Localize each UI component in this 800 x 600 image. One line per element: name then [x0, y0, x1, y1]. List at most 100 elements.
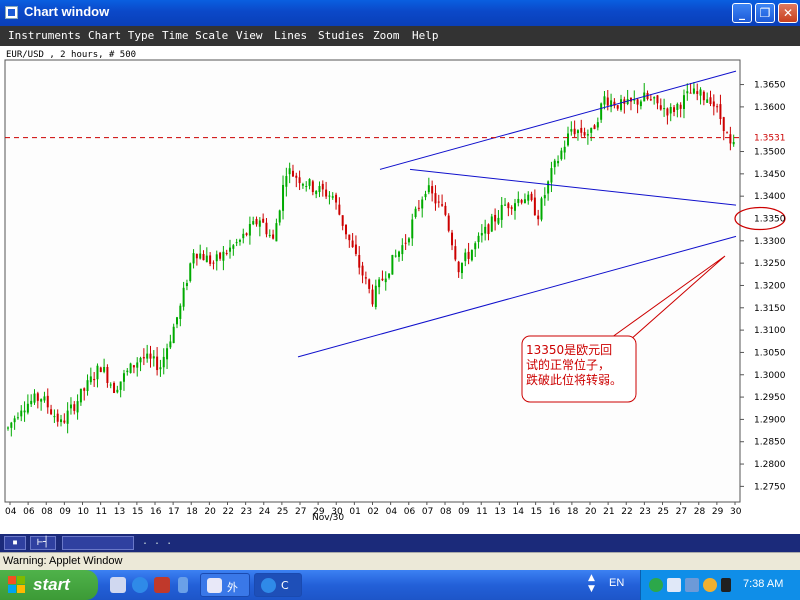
media-icon[interactable] [154, 577, 170, 593]
close-button[interactable]: ✕ [778, 3, 798, 23]
maximize-button[interactable]: ❐ [755, 3, 775, 23]
candle-body-41 [142, 357, 145, 359]
language-indicator[interactable]: EN [609, 577, 624, 589]
candle-body-12 [46, 395, 49, 408]
connection-icon[interactable] [685, 578, 699, 592]
x-tick-label-11: 20 [204, 507, 216, 517]
candle-body-46 [159, 367, 162, 370]
candle-body-13 [50, 409, 53, 415]
candle-body-82 [278, 210, 281, 223]
candle-body-100 [338, 204, 341, 215]
candle-body-29 [103, 366, 106, 372]
x-tick-label-35: 23 [639, 507, 650, 517]
candle-body-109 [368, 279, 371, 289]
candle-body-145 [487, 224, 490, 235]
status-bar: Warning: Applet Window [0, 552, 800, 570]
task-button-1[interactable]: 外 [200, 573, 250, 597]
candle-body-140 [470, 249, 473, 261]
candle-body-139 [467, 251, 470, 259]
menu-zoom[interactable]: Zoom [373, 29, 400, 42]
candle-body-80 [272, 234, 275, 239]
scroll-thumb[interactable] [62, 536, 134, 550]
x-tick-label-10: 18 [186, 507, 198, 517]
candle-body-9 [36, 393, 39, 401]
chart-panel[interactable]: EUR/USD , 2 hours, # 500 1.3650 1.3600 1.3… [0, 46, 800, 534]
candle-body-23 [83, 388, 86, 391]
candle-body-167 [560, 150, 563, 160]
more-icon[interactable] [178, 577, 188, 593]
candle-body-58 [199, 253, 202, 259]
security-icon[interactable] [703, 578, 717, 592]
ie-icon[interactable] [132, 577, 148, 593]
candle-body-64 [219, 252, 222, 259]
candle-body-50 [172, 326, 175, 344]
start-button[interactable]: start [0, 570, 98, 600]
candle-body-57 [195, 253, 198, 259]
candle-body-15 [56, 413, 59, 422]
scroll-fit-button[interactable]: ⊢┤ [30, 536, 56, 550]
candle-body-49 [169, 341, 172, 348]
x-tick-label-27: 13 [494, 507, 505, 517]
candle-body-129 [434, 193, 437, 204]
x-tick-label-20: 02 [368, 507, 379, 517]
window-title: Chart window [24, 4, 110, 19]
scroll-left-button[interactable]: ▪ [4, 536, 26, 550]
candle-body-32 [113, 382, 116, 394]
minimize-button[interactable]: _ [732, 3, 752, 23]
candle-body-7 [30, 400, 33, 405]
candle-body-42 [146, 353, 149, 359]
candle-body-35 [122, 373, 125, 382]
candle-body-173 [580, 127, 583, 133]
candle-body-51 [175, 317, 178, 325]
menu-help[interactable]: Help [412, 29, 439, 42]
y-tick-label-5: 1.3300 [754, 237, 786, 247]
candle-body-63 [215, 254, 218, 262]
menu-view[interactable]: View [236, 29, 263, 42]
taskbar-scroll[interactable]: ▲ ▼ [588, 573, 595, 595]
x-tick-label-29: 15 [531, 507, 542, 517]
candle-body-112 [378, 279, 381, 288]
tray-up-icon[interactable]: ▲ [588, 573, 595, 584]
desktop-icon[interactable] [110, 577, 126, 593]
menu-lines[interactable]: Lines [274, 29, 307, 42]
network-icon[interactable] [649, 578, 663, 592]
candle-body-61 [209, 255, 212, 264]
candle-body-77 [262, 218, 265, 223]
menu-chart-type[interactable]: Chart Type [88, 29, 154, 42]
window-titlebar[interactable]: Chart window _ ❐ ✕ [0, 0, 800, 26]
candle-body-16 [60, 419, 63, 423]
task-button-2[interactable]: C [254, 573, 302, 597]
tray-down-icon[interactable]: ▼ [588, 584, 595, 595]
chart-scrollbar[interactable]: ▪ ⊢┤ . . . [0, 534, 800, 552]
candle-body-103 [348, 234, 351, 241]
callout-line-0: 13350是欧元回 [526, 343, 612, 357]
display-icon[interactable] [667, 578, 681, 592]
candle-body-158 [530, 193, 533, 201]
candle-body-153 [513, 203, 516, 211]
candle-body-170 [570, 129, 573, 132]
candle-body-71 [242, 233, 245, 239]
candle-body-160 [537, 215, 540, 220]
candle-body-218 [729, 134, 732, 144]
candle-body-207 [692, 88, 695, 94]
candle-body-69 [235, 242, 238, 244]
menu-instruments[interactable]: Instruments [8, 29, 81, 42]
candle-body-53 [182, 287, 185, 307]
candle-body-184 [616, 105, 619, 109]
volume-icon[interactable] [721, 578, 731, 592]
x-axis: 04 06 08 09 10 11 13 15 16 17 18 20 22 23 24 25 27 29 30 01… [5, 502, 742, 517]
candle-body-25 [89, 376, 92, 383]
x-tick-label-22: 06 [404, 507, 416, 517]
menu-studies[interactable]: Studies [318, 29, 364, 42]
candle-body-164 [550, 168, 553, 183]
price-chart[interactable]: EUR/USD , 2 hours, # 500 1.3650 1.3600 1.3… [0, 46, 800, 534]
candle-body-24 [86, 380, 89, 392]
task-label-2: C [281, 579, 289, 592]
candle-body-128 [431, 186, 434, 194]
candle-body-130 [437, 201, 440, 203]
menu-time-scale[interactable]: Time Scale [162, 29, 228, 42]
candle-body-147 [494, 214, 497, 222]
candle-body-114 [384, 278, 387, 283]
candle-body-199 [666, 108, 669, 116]
candle-body-119 [401, 245, 404, 255]
